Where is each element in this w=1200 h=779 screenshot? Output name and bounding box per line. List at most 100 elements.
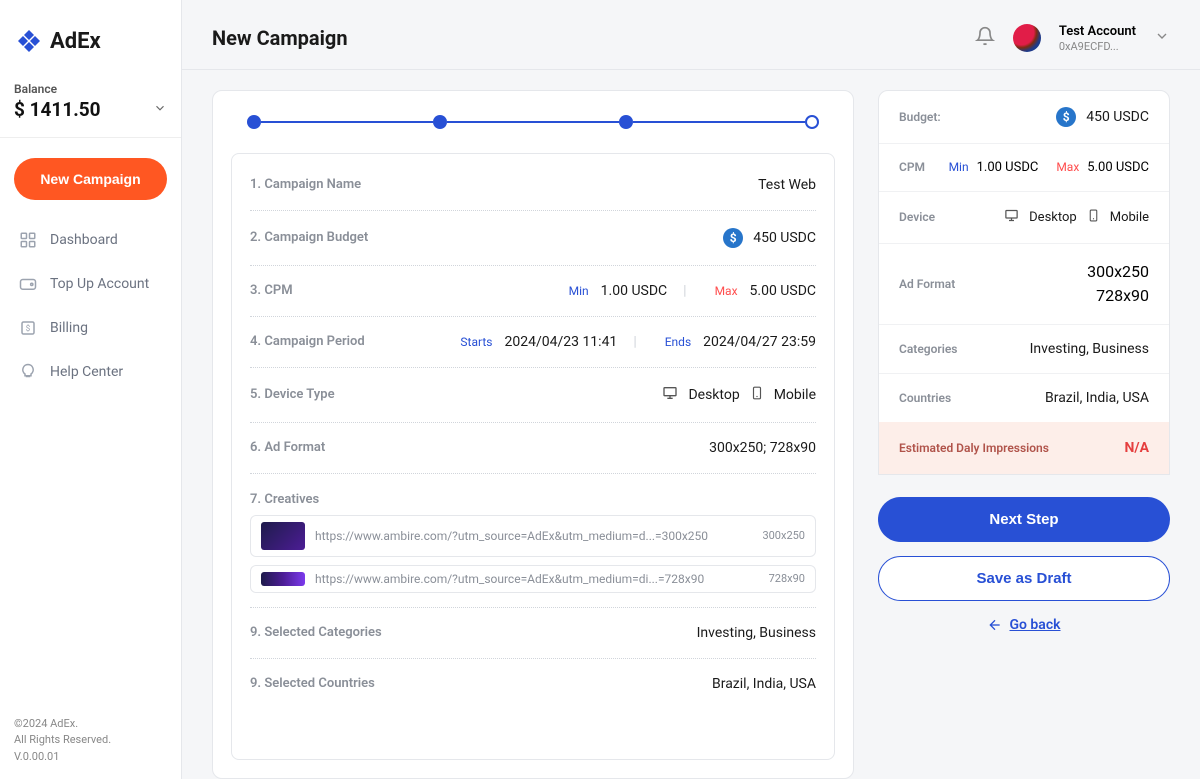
review-value: 300x250; 728x90 xyxy=(709,440,816,456)
summary-row-format: Ad Format 300x250 728x90 xyxy=(879,244,1169,325)
sidebar-item-dashboard[interactable]: Dashboard xyxy=(14,220,167,260)
mobile-icon xyxy=(1087,208,1100,227)
review-label: 2. Campaign Budget xyxy=(250,230,368,245)
sidebar-footer: ©2024 AdEx. All Rights Reserved. V.0.00.… xyxy=(0,702,181,779)
step-2-dot[interactable] xyxy=(433,115,447,129)
summary-label: Budget: xyxy=(899,110,941,124)
desktop-icon xyxy=(1004,208,1019,227)
review-label: 9. Selected Categories xyxy=(250,625,382,640)
svg-text:$: $ xyxy=(26,323,31,334)
adex-logo-icon xyxy=(16,28,42,54)
desktop-icon xyxy=(662,385,678,405)
summary-label: CPM xyxy=(899,160,925,174)
sidebar-item-label: Dashboard xyxy=(50,232,118,248)
sidebar-item-help[interactable]: Help Center xyxy=(14,352,167,392)
min-tag: Min xyxy=(569,284,589,298)
account-info: Test Account 0xA9ECFD... xyxy=(1059,24,1136,53)
review-value: Min 1.00 USDC | Max 5.00 USDC xyxy=(569,283,816,299)
summary-label: Categories xyxy=(899,342,957,356)
review-row-countries: 9. Selected Countries Brazil, India, USA xyxy=(250,659,816,709)
min-tag: Min xyxy=(949,160,969,174)
main: New Campaign Test Account 0xA9ECFD... xyxy=(182,0,1200,779)
dashboard-icon xyxy=(18,230,38,250)
creative-thumbnail xyxy=(261,522,305,550)
mobile-icon xyxy=(750,385,764,405)
brand-logo[interactable]: AdEx xyxy=(0,0,181,74)
account-address: 0xA9ECFD... xyxy=(1059,40,1136,53)
review-row-budget: 2. Campaign Budget $ 450 USDC xyxy=(250,211,816,266)
review-value: Desktop Mobile xyxy=(662,385,816,405)
summary-value: Desktop Mobile xyxy=(1004,208,1149,227)
step-3-dot[interactable] xyxy=(619,115,633,129)
balance-value: $ 1411.50 xyxy=(14,98,101,121)
account-chevron-down-icon[interactable] xyxy=(1154,28,1170,48)
creative-url: https://www.ambire.com/?utm_source=AdEx&… xyxy=(315,529,752,543)
step-line xyxy=(261,121,433,123)
sidebar-item-label: Billing xyxy=(50,320,88,336)
billing-icon: $ xyxy=(18,318,38,338)
creative-item[interactable]: https://www.ambire.com/?utm_source=AdEx&… xyxy=(250,515,816,557)
step-line xyxy=(447,121,619,123)
creative-size: 300x250 xyxy=(762,529,805,542)
footer-version: V.0.00.01 xyxy=(14,749,167,766)
sidebar-item-label: Top Up Account xyxy=(50,276,149,292)
review-row-categories: 9. Selected Categories Investing, Busine… xyxy=(250,608,816,659)
summary-panel: Budget: $ 450 USDC CPM Min 1.00 USDC Max… xyxy=(878,90,1170,779)
go-back-link[interactable]: Go back xyxy=(878,617,1170,633)
topbar-right: Test Account 0xA9ECFD... xyxy=(975,24,1170,53)
step-1-dot[interactable] xyxy=(247,115,261,129)
content: 1. Campaign Name Test Web 2. Campaign Bu… xyxy=(182,70,1200,779)
summary-value: Investing, Business xyxy=(1030,341,1149,357)
review-value: Brazil, India, USA xyxy=(712,676,816,692)
max-tag: Max xyxy=(715,284,738,298)
estimate-value: N/A xyxy=(1125,440,1149,456)
summary-row-countries: Countries Brazil, India, USA xyxy=(879,374,1169,422)
review-label: 3. CPM xyxy=(250,283,293,298)
balance-label: Balance xyxy=(14,82,167,96)
sidebar: AdEx Balance $ 1411.50 New Campaign Dash… xyxy=(0,0,182,779)
footer-copyright: ©2024 AdEx. xyxy=(14,716,167,733)
brand-name: AdEx xyxy=(50,29,101,54)
estimate-label: Estimated Daly Impressions xyxy=(899,441,1049,455)
creative-item[interactable]: https://www.ambire.com/?utm_source=AdEx&… xyxy=(250,565,816,593)
summary-row-categories: Categories Investing, Business xyxy=(879,325,1169,374)
topbar: New Campaign Test Account 0xA9ECFD... xyxy=(182,0,1200,70)
page-title: New Campaign xyxy=(212,26,348,50)
save-draft-button[interactable]: Save as Draft xyxy=(878,556,1170,601)
review-row-name: 1. Campaign Name Test Web xyxy=(250,160,816,211)
sidebar-item-billing[interactable]: $ Billing xyxy=(14,308,167,348)
avatar[interactable] xyxy=(1013,24,1041,52)
usdc-icon: $ xyxy=(723,228,743,248)
summary-row-estimate: Estimated Daly Impressions N/A xyxy=(879,422,1169,474)
sidebar-item-label: Help Center xyxy=(50,364,123,380)
chevron-down-icon[interactable] xyxy=(153,100,167,119)
review-row-creatives: 7. Creatives https://www.ambire.com/?utm… xyxy=(250,474,816,608)
review-label: 9. Selected Countries xyxy=(250,676,375,691)
review-row-cpm: 3. CPM Min 1.00 USDC | Max 5.00 USDC xyxy=(250,266,816,317)
review-value: Investing, Business xyxy=(697,625,816,641)
summary-row-budget: Budget: $ 450 USDC xyxy=(879,91,1169,144)
help-icon xyxy=(18,362,38,382)
review-label: 5. Device Type xyxy=(250,387,335,402)
summary-row-cpm: CPM Min 1.00 USDC Max 5.00 USDC xyxy=(879,144,1169,192)
next-step-button[interactable]: Next Step xyxy=(878,497,1170,542)
review-label: 7. Creatives xyxy=(250,492,319,507)
summary-value: Min 1.00 USDC Max 5.00 USDC xyxy=(949,160,1149,175)
summary-card: Budget: $ 450 USDC CPM Min 1.00 USDC Max… xyxy=(878,90,1170,475)
review-value: Test Web xyxy=(758,177,816,193)
summary-row-device: Device Desktop Mobile xyxy=(879,192,1169,244)
creative-size: 728x90 xyxy=(769,572,805,585)
usdc-icon: $ xyxy=(1056,107,1076,127)
notifications-icon[interactable] xyxy=(975,26,995,50)
summary-label: Ad Format xyxy=(899,277,955,291)
arrow-left-icon xyxy=(987,617,1003,633)
review-box: 1. Campaign Name Test Web 2. Campaign Bu… xyxy=(231,153,835,760)
review-value: Starts 2024/04/23 11:41 | Ends 2024/04/2… xyxy=(460,334,816,350)
review-label: 1. Campaign Name xyxy=(250,177,361,192)
step-4-dot[interactable] xyxy=(805,115,819,129)
stepper xyxy=(213,115,853,153)
sidebar-item-topup[interactable]: Top Up Account xyxy=(14,264,167,304)
summary-label: Device xyxy=(899,210,935,224)
new-campaign-button[interactable]: New Campaign xyxy=(14,158,167,200)
balance-widget[interactable]: Balance $ 1411.50 xyxy=(0,74,181,138)
